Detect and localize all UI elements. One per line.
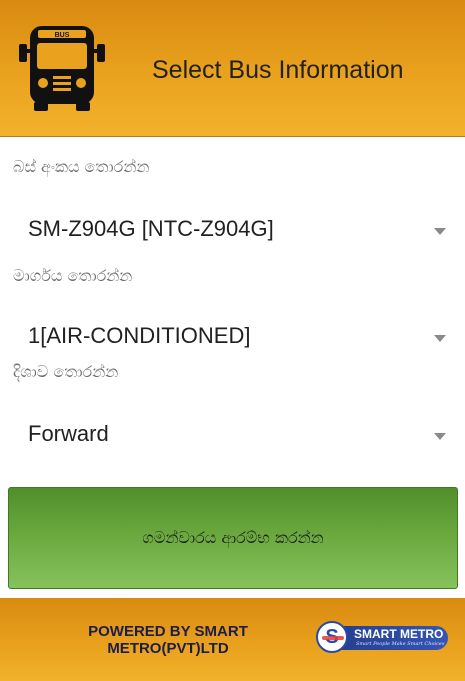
route-label: මාර්ගය තොරන්න xyxy=(13,266,133,285)
dropdown-arrow-icon xyxy=(434,433,446,440)
bus-icon: BUS xyxy=(19,26,105,111)
svg-text:BUS: BUS xyxy=(55,32,70,39)
app-header: BUS Select Bus Information xyxy=(0,0,465,137)
dropdown-arrow-icon xyxy=(434,228,446,235)
logo-name: SMART METRO xyxy=(354,627,444,641)
start-trip-button[interactable]: ගමන්වාරය ආරම්භ කරන්න xyxy=(8,487,458,589)
logo-tagline: Smart People Make Smart Choices xyxy=(356,641,445,647)
dropdown-arrow-icon xyxy=(434,335,446,342)
page-title: Select Bus Information xyxy=(152,56,404,84)
start-trip-label: ගමන්වාරය ආරම්භ කරන්න xyxy=(142,528,324,547)
bus-number-select[interactable]: SM-Z904G [NTC-Z904G] xyxy=(0,208,465,254)
direction-select[interactable]: Forward xyxy=(0,413,465,459)
logo-s-icon: S xyxy=(316,621,348,653)
bus-number-label: බස් අංකය තොරන්න xyxy=(13,157,150,176)
route-select[interactable]: 1[AIR-CONDITIONED] xyxy=(0,315,465,361)
smart-metro-logo: S SMART METRO Smart People Make Smart Ch… xyxy=(316,619,454,659)
direction-value: Forward xyxy=(28,421,109,446)
app-footer: POWERED BY SMART METRO(PVT)LTD S SMART M… xyxy=(0,598,465,681)
direction-label: දිශාව තොරන්න xyxy=(13,362,119,381)
route-value: 1[AIR-CONDITIONED] xyxy=(28,323,251,348)
bus-number-value: SM-Z904G [NTC-Z904G] xyxy=(28,216,274,241)
powered-by-text: POWERED BY SMART METRO(PVT)LTD xyxy=(88,623,248,657)
